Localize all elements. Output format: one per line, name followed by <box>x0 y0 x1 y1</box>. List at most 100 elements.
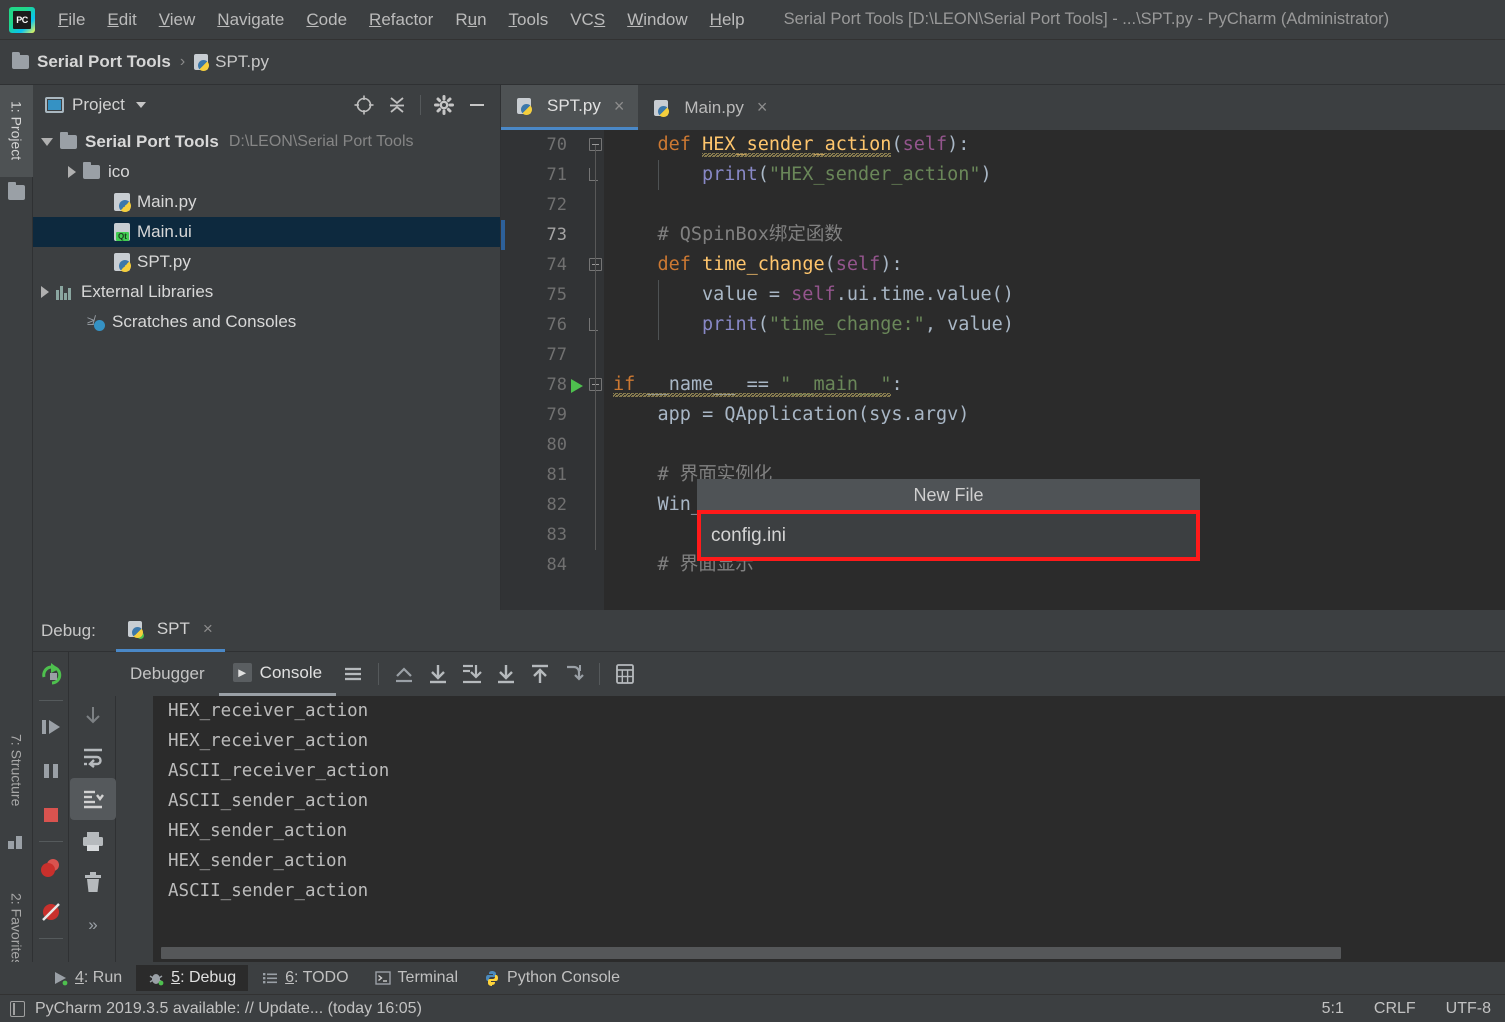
bottom-tab-run[interactable]: 4: Run <box>40 965 134 991</box>
fold-end-icon[interactable] <box>589 318 598 331</box>
left-tool-strip: 1: Project 7: Structure 2: Favorites ★ <box>0 85 33 1018</box>
step-out-button[interactable] <box>387 657 421 691</box>
run-to-cursor-button[interactable] <box>557 657 591 691</box>
run-gutter-icon[interactable] <box>571 379 583 393</box>
chevron-down-icon[interactable] <box>135 102 146 108</box>
rerun-button[interactable] <box>33 652 69 696</box>
tree-item[interactable]: External Libraries <box>33 277 500 307</box>
bottom-tab-label: 5: Debug <box>171 969 237 986</box>
tab-debugger[interactable]: Debugger <box>116 652 219 696</box>
status-bar-right: 5:1 CRLF UTF-8 <box>1322 1000 1491 1018</box>
console-side-toolbar: » <box>70 652 116 962</box>
console-output[interactable]: HEX_receiver_action HEX_receiver_action AS… <box>153 696 1505 944</box>
menu-item-tools[interactable]: Tools <box>498 7 560 33</box>
bottom-tab-todo[interactable]: 6: TODO <box>250 965 360 991</box>
soft-wrap-button[interactable] <box>70 736 116 778</box>
line-separator[interactable]: CRLF <box>1374 1000 1416 1018</box>
breadcrumb-project[interactable]: Serial Port Tools <box>37 52 171 72</box>
inspection-squiggly-underline <box>702 153 892 157</box>
tree-item[interactable]: ico <box>33 157 500 187</box>
menu-item-navigate[interactable]: Navigate <box>206 7 295 33</box>
tree-item[interactable]: Serial Port Tools D:\LEON\Serial Port Too… <box>33 127 500 157</box>
code-line: 77 <box>501 340 1505 370</box>
menu-item-code[interactable]: Code <box>295 7 358 33</box>
tree-item[interactable]: Qt Main.ui <box>33 217 500 247</box>
more-console-options-button[interactable]: » <box>70 904 116 946</box>
evaluate-expression-button[interactable] <box>608 657 642 691</box>
fold-end-icon[interactable] <box>589 168 598 181</box>
stop-button[interactable] <box>33 793 69 837</box>
status-message[interactable]: PyCharm 2019.3.5 available: // Update...… <box>35 1000 422 1018</box>
force-step-into-button[interactable] <box>489 657 523 691</box>
menu-item-refactor[interactable]: Refactor <box>358 7 444 33</box>
close-icon[interactable]: × <box>757 97 768 118</box>
chevron-down-icon[interactable] <box>41 138 53 146</box>
pause-program-button[interactable] <box>33 749 69 793</box>
clear-all-button[interactable] <box>70 862 116 904</box>
line-number: 83 <box>546 525 567 545</box>
hide-panel-button[interactable] <box>462 90 492 120</box>
menu-item-view[interactable]: View <box>148 7 207 33</box>
scrollbar-thumb[interactable] <box>161 947 1341 959</box>
new-file-input-highlight <box>697 510 1200 561</box>
step-over-button[interactable] <box>421 657 455 691</box>
project-panel-title: Project <box>72 95 125 114</box>
bottom-tab-pythonconsole[interactable]: Python Console <box>472 965 632 991</box>
step-into-button[interactable] <box>455 657 489 691</box>
python-file-icon <box>654 99 670 117</box>
bottom-tab-terminal[interactable]: Terminal <box>363 965 470 991</box>
qt-ui-file-icon: Qt <box>114 223 130 241</box>
library-icon <box>56 284 73 300</box>
step-out-up-button[interactable] <box>523 657 557 691</box>
new-file-name-input[interactable] <box>701 514 1196 557</box>
caret-position[interactable]: 5:1 <box>1322 1000 1344 1018</box>
tab-console[interactable]: ► Console <box>218 652 337 696</box>
menu-item-edit[interactable]: Edit <box>96 7 147 33</box>
file-encoding[interactable]: UTF-8 <box>1446 1000 1491 1018</box>
scroll-to-end-button[interactable] <box>70 778 116 820</box>
close-icon[interactable]: × <box>614 96 625 117</box>
menu-item-help[interactable]: Help <box>699 7 756 33</box>
console-menu-icon[interactable] <box>336 657 370 691</box>
editor-tab-main-py[interactable]: Main.py × <box>638 85 781 130</box>
python-run-icon <box>127 621 144 639</box>
console-horizontal-scrollbar[interactable] <box>153 944 1505 962</box>
scroll-down-button[interactable] <box>70 694 116 736</box>
print-button[interactable] <box>70 820 116 862</box>
bottom-tab-label: Python Console <box>507 969 620 986</box>
tree-item[interactable]: ≱ Scratches and Consoles <box>33 307 500 337</box>
gear-icon[interactable] <box>429 90 459 120</box>
console-line: HEX_receiver_action <box>168 731 369 751</box>
scroll-from-source-button[interactable] <box>349 90 379 120</box>
editor-tab-spt-py[interactable]: SPT.py × <box>501 85 639 130</box>
window-title: Serial Port Tools [D:\LEON\Serial Port T… <box>783 10 1390 28</box>
line-number: 76 <box>546 315 567 335</box>
todo-list-icon <box>262 970 278 986</box>
menu-item-vcs[interactable]: VCS <box>559 7 616 33</box>
tree-item[interactable]: SPT.py <box>33 247 500 277</box>
collapse-all-button[interactable] <box>382 90 412 120</box>
chevron-right-icon[interactable] <box>68 166 76 178</box>
menu-item-window[interactable]: Window <box>616 7 698 33</box>
chevron-right-icon[interactable] <box>41 286 49 298</box>
breadcrumb-file[interactable]: SPT.py <box>215 52 269 72</box>
sidebar-item-structure[interactable]: 7: Structure <box>0 715 33 825</box>
resume-program-button[interactable] <box>33 705 69 749</box>
tree-item[interactable]: Main.py <box>33 187 500 217</box>
code-line: 70 def HEX_sender_action(self): <box>501 130 1505 160</box>
menu-item-file[interactable]: File <box>47 7 96 33</box>
run-icon <box>52 970 68 986</box>
notification-icon[interactable] <box>10 1000 25 1017</box>
sidebar-item-project[interactable]: 1: Project <box>0 85 33 177</box>
view-breakpoints-button[interactable] <box>33 846 69 890</box>
tree-item-label: Scratches and Consoles <box>112 312 297 331</box>
green-status-dot-icon <box>136 632 144 639</box>
mute-breakpoints-button[interactable] <box>33 890 69 934</box>
rail-divider <box>39 700 63 701</box>
debug-session-tab[interactable]: SPT × <box>115 610 225 652</box>
bottom-tab-debug[interactable]: 5: Debug <box>136 965 249 991</box>
clock-badge-icon <box>94 320 105 331</box>
close-icon[interactable]: × <box>203 619 213 639</box>
menu-item-run[interactable]: Run <box>444 7 497 33</box>
